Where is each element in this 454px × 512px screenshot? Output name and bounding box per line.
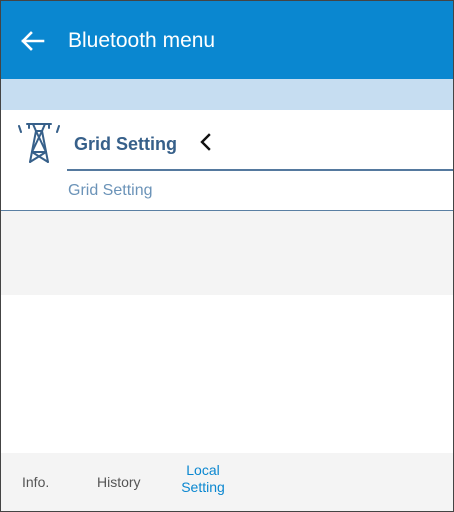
section-title: Grid Setting — [74, 134, 177, 154]
app-bar: Bluetooth menu — [1, 1, 453, 79]
power-tower-icon — [18, 123, 60, 163]
bottom-navigation: Info. History Local Setting — [1, 453, 453, 511]
app-screen: Bluetooth menu Grid Setting Grid Setting… — [0, 0, 454, 512]
empty-panel — [1, 211, 453, 295]
tab-local-setting-line1: Local — [186, 462, 220, 478]
sub-item-label: Grid Setting — [68, 182, 153, 199]
page-title: Bluetooth menu — [68, 29, 216, 52]
chevron-left-icon — [200, 133, 211, 151]
tab-local-setting-line2: Setting — [181, 479, 225, 495]
header-band — [1, 79, 453, 110]
tab-history[interactable]: History — [97, 474, 141, 491]
tab-local-setting[interactable]: Local Setting — [173, 462, 233, 496]
grid-setting-section-header[interactable]: Grid Setting — [1, 110, 453, 171]
arrow-left-icon — [21, 31, 45, 51]
back-button[interactable] — [15, 23, 51, 59]
sub-item-grid-setting[interactable]: Grid Setting — [1, 171, 453, 210]
tab-info[interactable]: Info. — [22, 474, 49, 491]
